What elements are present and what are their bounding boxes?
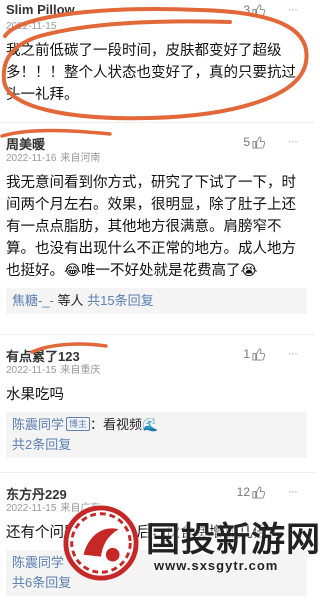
like-count: 5 (243, 135, 250, 149)
like-button[interactable]: 3 (243, 3, 265, 17)
divider (0, 334, 315, 335)
comment-location: 来自重庆 (60, 365, 101, 376)
more-options-icon[interactable]: ··· (288, 134, 298, 148)
more-options-icon[interactable]: ··· (288, 484, 298, 498)
watermark-url: www.sxsgytr.com (154, 558, 279, 573)
comment-1: Slim Pillow 3 ··· 2022-11-15 我之前低碳了一段时间，… (0, 2, 315, 106)
comment-2: 周美暖 5 ··· 2022-11-16 来自河南 我无意间看到你方式，研究了下试… (0, 134, 315, 314)
comment-meta: 2022-11-15 (6, 20, 307, 34)
divider (0, 122, 315, 123)
reply-count-link[interactable]: 共15条回复 (87, 293, 153, 308)
watermark-title: 国投新游网 (146, 521, 320, 559)
thumb-up-icon (252, 135, 265, 149)
comment-text: 我无意间看到你方式，研究了下试了一下，时间两个月左右。效果，很明显，除了肚子上还… (6, 175, 296, 279)
like-button[interactable]: 1 (243, 347, 265, 361)
comment-date: 2022-11-15 (6, 21, 57, 32)
comment-author[interactable]: 东方丹229 (6, 484, 67, 503)
comment-date: 2022-11-15 (6, 503, 57, 514)
comment-text: 水果吃吗 (6, 387, 64, 403)
reply-preview[interactable]: 焦糖-_- 等人 共15条回复 (6, 288, 307, 314)
author-badge: 博主 (66, 417, 91, 431)
comment-author[interactable]: 周美暖 (6, 134, 45, 153)
like-button[interactable]: 12 (237, 485, 265, 499)
reply-author[interactable]: 陈震同学 (12, 555, 64, 570)
divider (0, 472, 315, 473)
like-count: 3 (243, 3, 250, 17)
comment-date: 2022-11-15 (6, 365, 57, 376)
thumb-up-icon (252, 3, 265, 17)
site-watermark: 国投新游网 www.sxsgytr.com (62, 504, 320, 584)
like-count: 12 (236, 485, 250, 499)
comment-meta: 2022-11-15 来自重庆 (6, 364, 307, 378)
more-options-icon[interactable]: ··· (288, 346, 298, 360)
like-button[interactable]: 5 (243, 135, 265, 149)
reply-text: 等人 (53, 293, 88, 308)
reply-author[interactable]: 焦糖-_- (12, 293, 54, 308)
comment-date: 2022-11-16 (6, 153, 57, 164)
comment-author[interactable]: Slim Pillow (6, 2, 75, 17)
comment-text: 我之前低碳了一段时间，皮肤都变好了超级多！！！整个人状态也变好了，真的只要抗过头… (6, 43, 296, 103)
more-options-icon[interactable]: ··· (288, 2, 298, 16)
comment-meta: 2022-11-16 来自河南 (6, 152, 307, 166)
site-logo-icon (63, 505, 139, 581)
comment-author[interactable]: 有点累了123 (6, 346, 80, 365)
comment-location: 来自河南 (60, 153, 101, 164)
reply-text: ：看视频🌊 (90, 417, 159, 432)
thumb-up-icon (252, 347, 265, 361)
reply-count-link[interactable]: 共2条回复 (12, 437, 71, 452)
comment-3: 有点累了123 1 ··· 2022-11-15 来自重庆 水果吃吗 陈震同学 博主… (0, 346, 315, 458)
thumb-up-icon (252, 485, 265, 499)
like-count: 1 (243, 347, 250, 361)
reply-author[interactable]: 陈震同学 (12, 417, 64, 432)
reply-preview[interactable]: 陈震同学 博主 ：看视频🌊 共2条回复 (6, 412, 307, 458)
